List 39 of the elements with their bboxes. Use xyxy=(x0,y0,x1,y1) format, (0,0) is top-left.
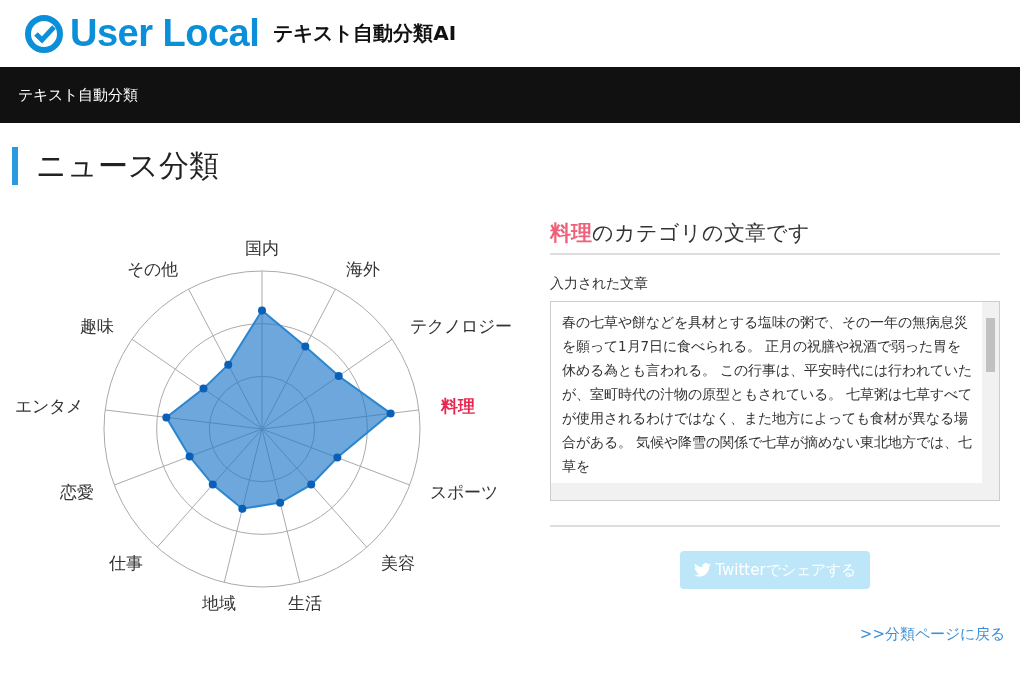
axis-label: 生活 xyxy=(288,592,323,613)
axis-label: 美容 xyxy=(381,552,416,573)
axis-label: 地域 xyxy=(201,592,236,613)
result-heading: 料理のカテゴリの文章です xyxy=(550,219,1000,255)
data-point xyxy=(238,504,247,513)
nav-title[interactable]: テキスト自動分類 xyxy=(18,85,138,105)
logo-text: User Local xyxy=(70,12,260,55)
axis-label: スポーツ xyxy=(430,481,499,502)
data-point xyxy=(199,384,208,393)
logo-icon xyxy=(24,13,64,54)
data-point xyxy=(276,498,285,507)
input-label: 入力された文章 xyxy=(550,275,649,293)
axis-label: 仕事 xyxy=(108,552,143,573)
axis-label: その他 xyxy=(127,258,179,279)
data-point xyxy=(185,452,194,461)
data-point xyxy=(386,409,395,418)
text-area[interactable]: 春の七草や餅などを具材とする塩味の粥で、その一年の無病息災を願って1月7日に食べられる。 正月の祝膳や祝酒で弱った胃を休める為とも言われる。 この行事は、平安時代には行われていたが、室町時代の汁物の原型ともされている。 七草粥は七草すべてが使用されるわけではなく、また地方によっても食材が異なる場合がある。 気候や降雪の関係で七草が摘めない東北地方では、七草を xyxy=(550,301,1000,501)
back-link[interactable]: >>分類ページに戻る xyxy=(859,625,1005,644)
input-text: 春の七草や餅などを具材とする塩味の粥で、その一年の無病息災を願って1月7日に食べられる。 正月の祝膳や祝酒で弱った胃を休める為とも言われる。 この行事は、平安時代には行われていたが、室町時代の汁物の原型ともされている。 七草粥は七草すべてが使用されるわけではなく、また地方によっても食材が異なる場合がある。 気候や降雪の関係で七草が摘めない東北地方では、七草を xyxy=(561,313,974,476)
data-point xyxy=(301,342,310,351)
product-title: テキスト自動分類AI xyxy=(273,20,457,47)
data-point xyxy=(162,413,171,422)
data-point xyxy=(333,453,342,462)
axis-label: 海外 xyxy=(345,258,380,279)
page-title: ニュース分類 xyxy=(12,147,1020,185)
data-point xyxy=(224,360,233,369)
data-point xyxy=(208,480,217,489)
axis-label: テクノロジー xyxy=(410,315,513,336)
axis-label: 料理 xyxy=(440,396,475,417)
data-point xyxy=(258,306,266,315)
horizontal-scrollbar[interactable] xyxy=(551,483,999,500)
axis-label: 趣味 xyxy=(79,315,114,336)
vertical-scrollbar[interactable] xyxy=(982,302,999,483)
axis-label: 国内 xyxy=(245,238,279,258)
axis-label: エンタメ xyxy=(15,396,84,417)
axis-label: 恋愛 xyxy=(59,481,94,502)
bird-icon xyxy=(694,563,712,577)
data-point xyxy=(307,480,316,489)
data-point xyxy=(334,372,343,381)
